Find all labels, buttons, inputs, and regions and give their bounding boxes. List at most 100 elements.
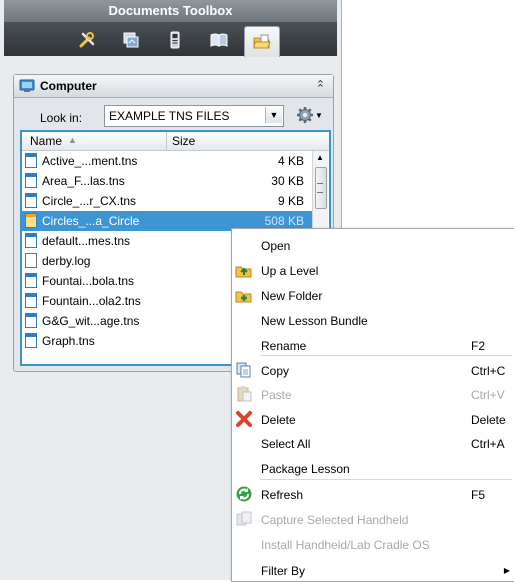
file-name: G&G_wit...age.tns xyxy=(42,314,140,328)
collapse-chevron-icon[interactable]: ⌃ ⌃ xyxy=(316,78,325,104)
column-name-header[interactable]: Name xyxy=(30,134,62,148)
tns-file-icon xyxy=(25,173,37,188)
menu-item-shortcut: Ctrl+C xyxy=(471,364,506,378)
column-size-header[interactable]: Size xyxy=(172,134,195,148)
file-row[interactable]: Active_...ment.tns 4 KB xyxy=(22,151,312,171)
tns-file-icon xyxy=(25,333,37,348)
menu-item-label: Copy xyxy=(261,364,290,378)
menu-item-capture-selected-handheld: Capture Selected Handheld xyxy=(232,507,514,531)
file-row[interactable]: Area_F...las.tns 30 KB xyxy=(22,171,312,191)
menu-item-label: Up a Level xyxy=(261,264,319,278)
sort-ascending-icon: ▲ xyxy=(68,135,77,145)
emulator-tab[interactable] xyxy=(158,26,192,54)
chevron-down-icon: ▼ xyxy=(315,110,323,120)
look-in-label: Look in: xyxy=(40,111,83,125)
menu-item-refresh[interactable]: Refresh F5 xyxy=(232,482,514,506)
menu-item-paste: Paste Ctrl+V xyxy=(232,382,514,406)
scroll-grip-icon xyxy=(317,183,323,193)
menu-item-delete[interactable]: Delete Delete xyxy=(232,407,514,431)
tns-file-icon xyxy=(25,193,37,208)
look-in-select[interactable]: EXAMPLE TNS FILES ▼ xyxy=(104,105,284,127)
options-menu-button[interactable]: ▼ xyxy=(296,105,326,125)
menu-item-label: Filter By xyxy=(261,564,306,578)
menu-item-label: Refresh xyxy=(261,488,304,502)
menu-item-label: Select All xyxy=(261,437,311,451)
menu-item-filter-by[interactable]: Filter By ▶ xyxy=(232,558,514,582)
gear-icon xyxy=(297,107,313,123)
menu-item-label: Rename xyxy=(261,339,307,353)
menu-item-up-a-level[interactable]: Up a Level xyxy=(232,258,514,282)
file-name: Fountai...bola.tns xyxy=(42,274,135,288)
menu-item-label: New Lesson Bundle xyxy=(261,314,368,328)
menu-item-select-all[interactable]: Select All Ctrl+A xyxy=(232,431,514,455)
file-name: Area_F...las.tns xyxy=(42,174,125,188)
tns-file-icon xyxy=(25,153,37,168)
file-name: derby.log xyxy=(42,254,91,268)
menu-separator xyxy=(260,479,512,480)
computer-section-header[interactable]: Computer ⌃ ⌃ xyxy=(14,75,333,98)
tools-icon xyxy=(79,32,95,48)
menu-separator xyxy=(260,355,512,356)
paste-icon xyxy=(237,386,252,402)
chevron-down-icon[interactable]: ▼ xyxy=(265,107,282,123)
submenu-arrow-icon: ▶ xyxy=(503,566,510,575)
file-name: Circles_...a_Circle xyxy=(42,214,140,228)
file-name: default...mes.tns xyxy=(42,234,131,248)
menu-item-copy[interactable]: Copy Ctrl+C xyxy=(232,358,514,382)
copy-icon xyxy=(236,362,251,378)
file-row[interactable]: Circle_...r_CX.tns 9 KB xyxy=(22,191,312,211)
menu-item-label: Capture Selected Handheld xyxy=(261,513,409,527)
panel-title: Documents Toolbox xyxy=(4,0,337,22)
folder-icon xyxy=(253,34,271,49)
file-size: 4 KB xyxy=(277,154,304,168)
handheld-icon xyxy=(170,31,180,49)
content-tab[interactable] xyxy=(202,26,236,54)
menu-item-label: Paste xyxy=(261,388,292,402)
file-name: Fountain...ola2.tns xyxy=(42,294,141,308)
delete-icon xyxy=(236,411,252,427)
menu-item-label: Open xyxy=(261,239,291,253)
menu-item-label: New Folder xyxy=(261,289,323,303)
file-list-header: Name ▲ Size xyxy=(22,132,329,151)
tns-file-icon xyxy=(25,273,37,288)
menu-item-shortcut: Delete xyxy=(471,413,506,427)
menu-item-label: Delete xyxy=(261,413,296,427)
menu-item-package-lesson[interactable]: Package Lesson xyxy=(232,456,514,480)
menu-item-shortcut: F2 xyxy=(471,339,486,353)
book-icon xyxy=(210,33,228,47)
up-level-icon xyxy=(235,266,252,278)
new-folder-icon xyxy=(235,291,252,303)
capture-icon xyxy=(236,511,252,526)
file-size: 9 KB xyxy=(277,194,304,208)
file-name: Circle_...r_CX.tns xyxy=(42,194,137,208)
file-name: Active_...ment.tns xyxy=(42,154,138,168)
menu-item-rename[interactable]: Rename F2 xyxy=(232,333,514,357)
menu-item-open[interactable]: Open xyxy=(232,233,514,257)
context-menu: Open Up a Level New Folder New Lesson Bundl… xyxy=(231,228,514,582)
computer-icon xyxy=(19,79,35,92)
column-divider[interactable] xyxy=(166,132,167,150)
tns-file-icon xyxy=(25,293,37,308)
tools-tab[interactable] xyxy=(70,26,104,54)
menu-item-shortcut: Ctrl+V xyxy=(471,388,505,402)
page-sorter-icon xyxy=(123,32,139,48)
menu-item-label: Install Handheld/Lab Cradle OS xyxy=(261,538,430,552)
look-in-value: EXAMPLE TNS FILES xyxy=(109,109,230,123)
log-file-icon xyxy=(25,253,37,268)
menu-item-shortcut: Ctrl+A xyxy=(471,437,505,451)
menu-item-shortcut: F5 xyxy=(471,488,486,502)
tns-file-icon xyxy=(25,313,37,328)
content-explorer-tab[interactable] xyxy=(244,26,280,57)
file-name: Graph.tns xyxy=(42,334,95,348)
menu-item-new-folder[interactable]: New Folder xyxy=(232,283,514,307)
menu-item-new-lesson-bundle[interactable]: New Lesson Bundle xyxy=(232,308,514,332)
tns-file-icon xyxy=(25,233,37,248)
refresh-icon xyxy=(236,486,252,502)
scroll-up-icon[interactable]: ▲ xyxy=(316,153,324,162)
menu-item-install-handheld-lab-cradle-os: Install Handheld/Lab Cradle OS xyxy=(232,532,514,556)
section-title: Computer xyxy=(40,79,97,93)
page-sorter-tab[interactable] xyxy=(114,26,148,54)
file-size: 30 KB xyxy=(271,174,304,188)
tns-file-icon xyxy=(25,213,37,228)
file-size: 508 KB xyxy=(264,214,304,228)
